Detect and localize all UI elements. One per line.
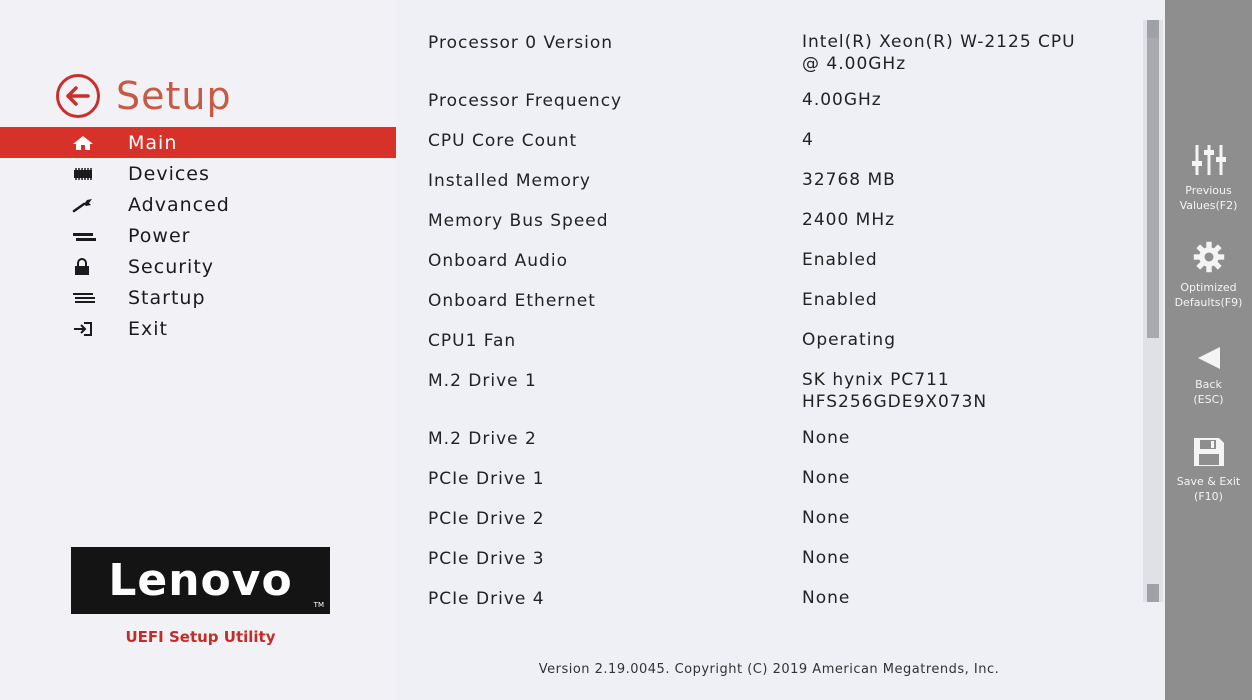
home-icon [0,135,128,151]
menu-item-security[interactable]: Security [0,251,396,282]
row-value: Enabled [802,290,878,310]
row-label: PCIe Drive 4 [428,589,545,605]
action-sidebar: Previous Values(F2) Optimized Defaults(F… [1165,0,1252,700]
startup-icon [0,291,128,305]
menu-item-devices[interactable]: Devices [0,158,396,189]
row-value: None [802,468,851,488]
row-label: M.2 Drive 1 [428,371,537,391]
scroll-down-button[interactable] [1147,584,1159,602]
row-value: Enabled [802,250,878,270]
utility-label: UEFI Setup Utility [125,628,276,646]
back-arrow-icon[interactable] [56,74,100,118]
menu-item-advanced[interactable]: Advanced [0,189,396,220]
lock-icon [0,257,128,276]
power-icon [0,229,128,243]
row-value: None [802,588,851,605]
menu-label-exit: Exit [128,317,168,340]
menu-item-power[interactable]: Power [0,220,396,251]
row-value: None [802,508,851,528]
scroll-thumb[interactable] [1147,20,1159,338]
row-value: Intel(R) Xeon(R) W-2125 CPU @ 4.00GHz [802,32,1076,74]
row-label: PCIe Drive 3 [428,549,545,569]
row-value: Operating [802,330,896,350]
previous-values-button[interactable]: Previous Values(F2) [1165,143,1252,213]
menu-label-security: Security [128,255,215,278]
menu-label-startup: Startup [128,286,206,309]
row-value: 32768 MB [802,170,896,190]
row-label: M.2 Drive 2 [428,429,537,449]
main-menu: Main Devices Advanced Power Security Sta… [0,127,396,344]
back-button[interactable]: Back (ESC) [1165,345,1252,407]
row-label: CPU1 Fan [428,331,517,351]
lenovo-logo: Lenovo TM [71,547,330,614]
menu-label-power: Power [128,224,191,247]
setup-header: Setup [56,72,232,120]
copyright-footer: Version 2.19.0045. Copyright (C) 2019 Am… [538,662,1000,677]
logo-text: Lenovo [108,555,293,606]
menu-item-startup[interactable]: Startup [0,282,396,313]
devices-icon [0,167,128,181]
menu-label-advanced: Advanced [128,193,230,216]
wrench-icon [0,197,128,213]
row-label: Memory Bus Speed [428,211,609,231]
row-label: PCIe Drive 2 [428,509,545,529]
gear-icon [1193,241,1224,273]
menu-label-main: Main [128,131,178,154]
navigation-pane: Setup Main Devices Advanced Power Securi… [0,0,396,700]
row-label: Processor Frequency [428,91,623,111]
content-scrollbar[interactable] [1143,20,1163,602]
menu-item-exit[interactable]: Exit [0,313,396,344]
row-label: CPU Core Count [428,131,578,151]
menu-item-main[interactable]: Main [0,127,396,158]
row-label: Onboard Audio [428,251,568,271]
exit-icon [0,321,128,337]
row-value: SK hynix PC711 HFS256GDE9X073N [802,370,988,412]
row-value: None [802,428,851,448]
save-disk-icon [1193,438,1224,466]
sliders-icon [1191,145,1226,175]
row-value: 4 [802,130,814,150]
save-exit-button[interactable]: Save & Exit (F10) [1165,436,1252,504]
logo-trademark: TM [313,601,324,609]
row-value: 2400 MHz [802,210,896,230]
main-content: Processor 0 Version Intel(R) Xeon(R) W-2… [396,0,1142,605]
row-value: None [802,548,851,568]
optimized-defaults-button[interactable]: Optimized Defaults(F9) [1165,240,1252,310]
row-label: Onboard Ethernet [428,291,596,311]
menu-label-devices: Devices [128,162,210,185]
setup-title: Setup [116,74,232,118]
row-value: 4.00GHz [802,90,882,110]
row-label: Processor 0 Version [428,33,614,53]
back-triangle-icon [1197,347,1220,369]
row-label: Installed Memory [428,171,591,191]
row-label: PCIe Drive 1 [428,469,545,489]
scroll-up-button[interactable] [1147,20,1159,38]
